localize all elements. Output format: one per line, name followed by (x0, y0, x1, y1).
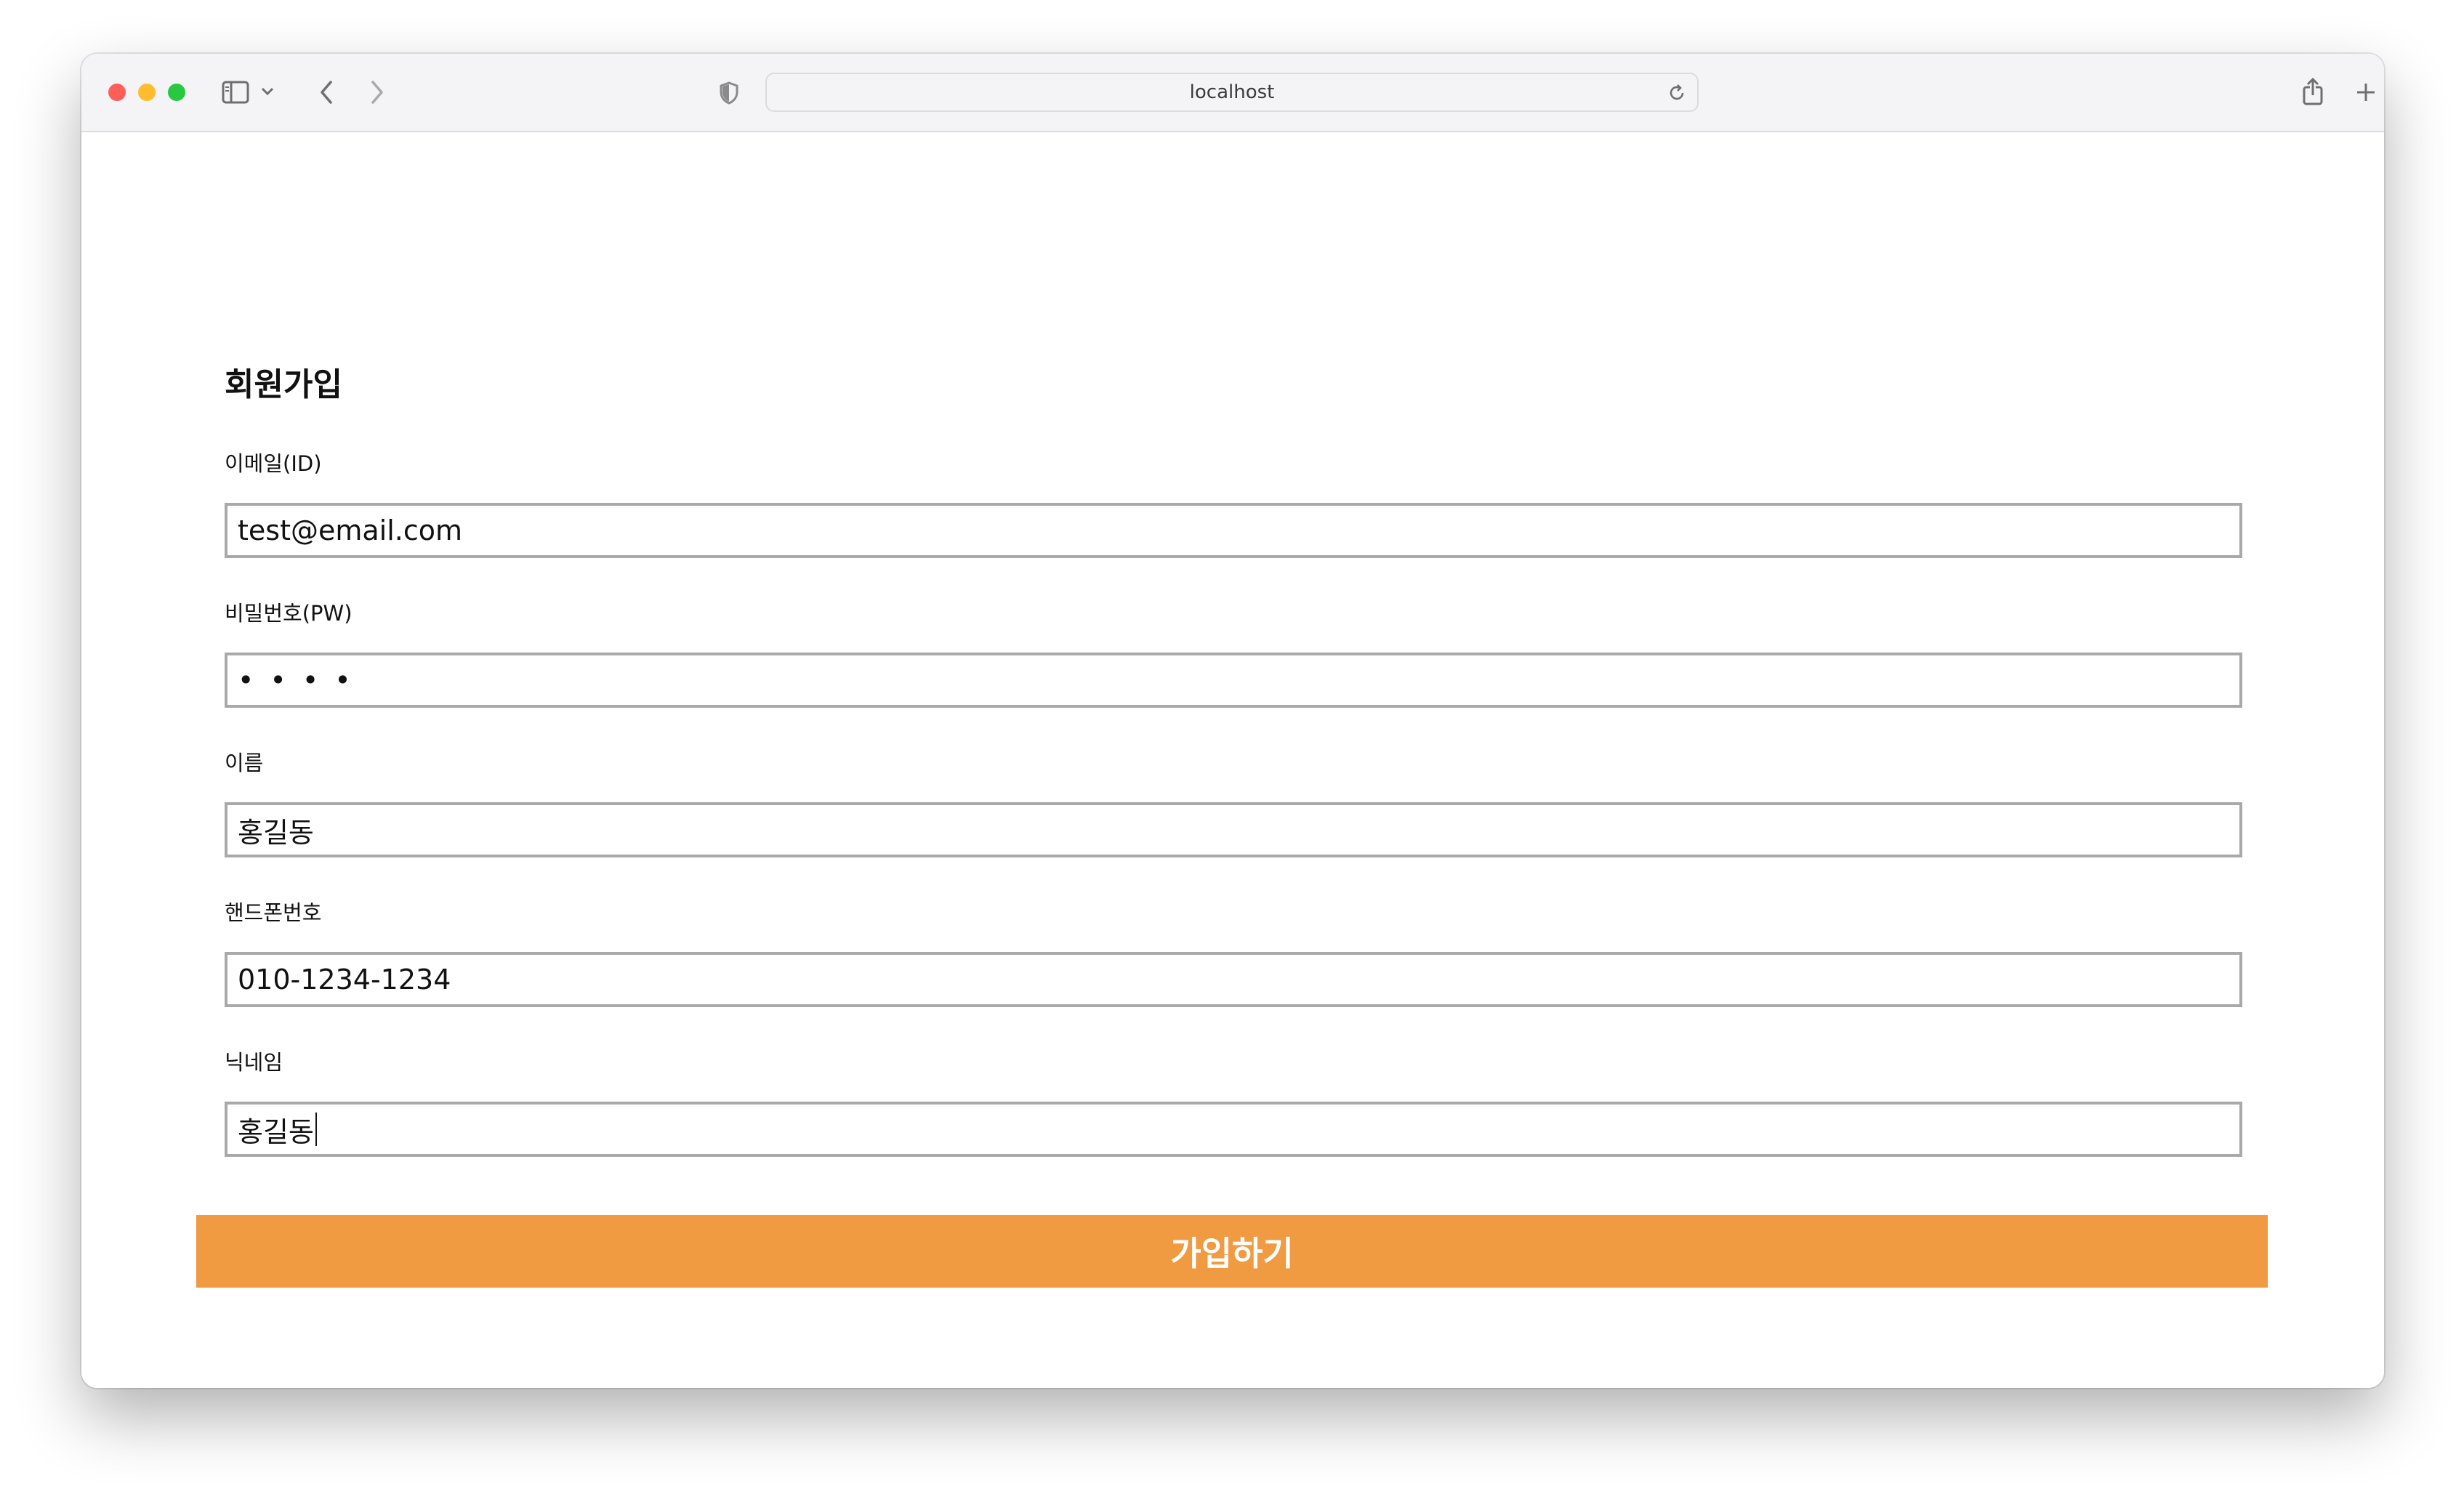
share-icon[interactable] (2300, 76, 2326, 108)
address-bar[interactable]: localhost (765, 73, 1699, 112)
close-window-button[interactable] (108, 84, 126, 101)
minimize-window-button[interactable] (138, 84, 156, 101)
name-label: 이름 (225, 751, 264, 775)
chevron-down-icon[interactable] (259, 83, 276, 100)
password-label: 비밀번호(PW) (225, 601, 353, 626)
page-title: 회원가입 (225, 366, 342, 403)
reload-icon[interactable] (1667, 83, 1687, 103)
nickname-value: 홍길동 (238, 1115, 314, 1148)
text-cursor (315, 1113, 317, 1146)
browser-window: localhost 회원가입 이메일(ID) test@email.com 비밀… (81, 54, 2384, 1388)
page-content: 회원가입 이메일(ID) test@email.com 비밀번호(PW) •••… (81, 132, 2384, 1388)
email-value: test@email.com (238, 514, 463, 546)
password-field[interactable]: •••• (225, 653, 2242, 708)
phone-field[interactable]: 010-1234-1234 (225, 952, 2242, 1007)
phone-label: 핸드폰번호 (225, 900, 322, 925)
name-field[interactable]: 홍길동 (225, 802, 2242, 857)
phone-value: 010-1234-1234 (238, 964, 451, 996)
zoom-window-button[interactable] (168, 84, 185, 101)
nickname-field[interactable]: 홍길동 (225, 1102, 2242, 1157)
forward-icon[interactable] (365, 77, 390, 108)
password-value: •••• (238, 664, 367, 696)
back-icon[interactable] (314, 77, 339, 108)
email-label: 이메일(ID) (225, 451, 322, 476)
sidebar-icon[interactable] (221, 78, 250, 106)
name-value: 홍길동 (238, 816, 314, 849)
new-tab-icon[interactable] (2354, 80, 2378, 105)
email-field[interactable]: test@email.com (225, 503, 2242, 558)
url-text: localhost (1189, 81, 1275, 103)
nickname-label: 닉네임 (225, 1050, 283, 1075)
privacy-shield-icon[interactable] (717, 80, 741, 106)
signup-button[interactable]: 가입하기 (196, 1215, 2268, 1288)
browser-toolbar: localhost (81, 54, 2384, 132)
